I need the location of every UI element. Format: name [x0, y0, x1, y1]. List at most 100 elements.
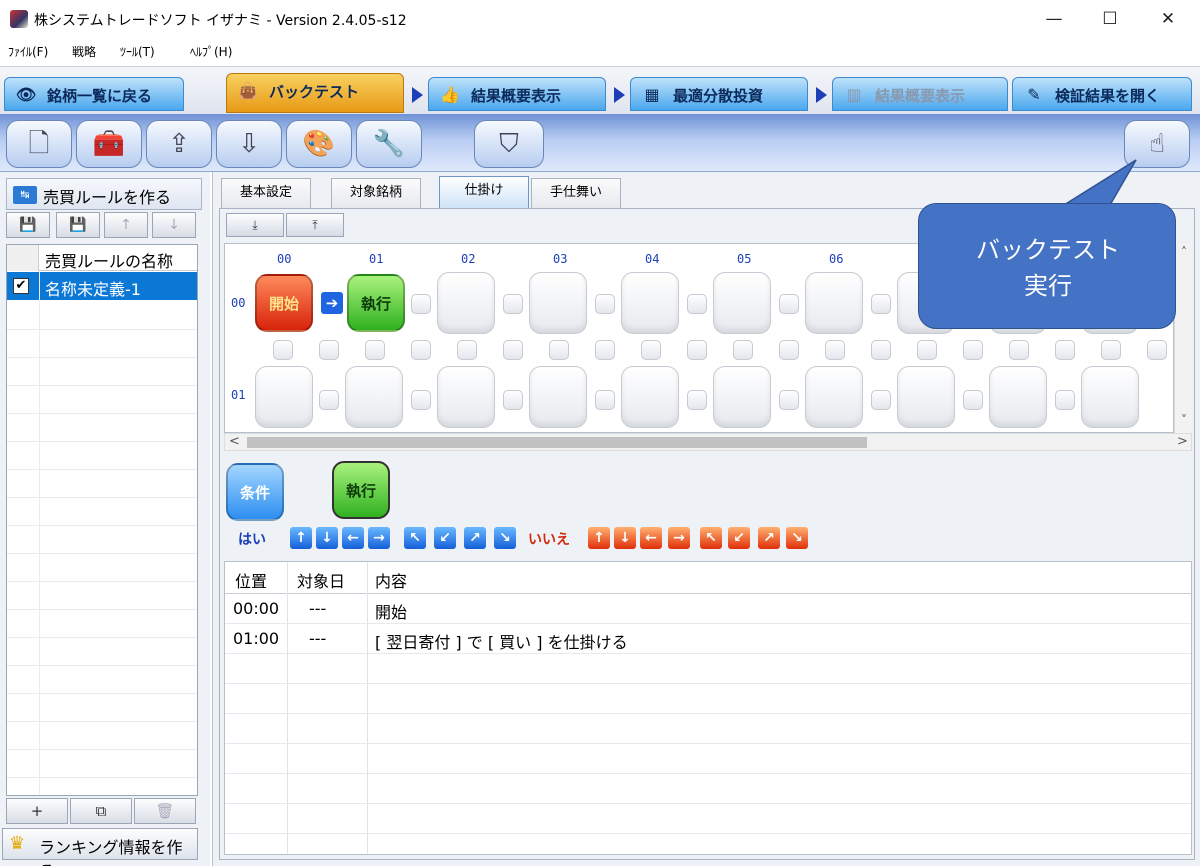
connector-cell[interactable]	[779, 340, 799, 360]
scroll-up-icon[interactable]: ˄	[1175, 245, 1193, 259]
scroll-right-icon[interactable]: >	[1177, 434, 1188, 449]
connector-cell[interactable]	[365, 340, 385, 360]
import-button[interactable]: ⇩	[216, 120, 282, 168]
grid-cell[interactable]	[621, 272, 679, 334]
run-backtest-button[interactable]: ☝	[1124, 120, 1190, 168]
execute-palette-block[interactable]: 執行	[332, 461, 390, 519]
scroll-thumb[interactable]	[247, 437, 867, 448]
tab-result-summary-2[interactable]: ▥ 結果概要表示	[832, 77, 1008, 111]
connector-cell[interactable]	[871, 294, 891, 314]
no-right-arrow-icon[interactable]: →	[668, 527, 690, 549]
tab-result-summary[interactable]: 👍 結果概要表示	[428, 77, 606, 111]
create-rule-button[interactable]: ↹ 売買ルールを作る	[6, 178, 202, 210]
connector-cell[interactable]	[687, 340, 707, 360]
grid-cell[interactable]	[989, 366, 1047, 428]
connector-cell[interactable]	[917, 340, 937, 360]
tab-entry[interactable]: 仕掛け	[439, 176, 529, 208]
yes-left-arrow-icon[interactable]: ←	[342, 527, 364, 549]
no-left-arrow-icon[interactable]: ←	[640, 527, 662, 549]
grid-cell[interactable]	[1081, 366, 1139, 428]
connector-cell[interactable]	[273, 340, 293, 360]
yes-down-arrow-icon[interactable]: ↓	[316, 527, 338, 549]
no-down-arrow-icon[interactable]: ↓	[614, 527, 636, 549]
connector-cell[interactable]	[733, 340, 753, 360]
condition-block[interactable]: 条件	[226, 463, 284, 521]
yes-down-left-arrow-icon[interactable]: ↙	[434, 527, 456, 549]
connector-cell[interactable]	[457, 340, 477, 360]
export-button[interactable]: ⇪	[146, 120, 212, 168]
no-up-arrow-icon[interactable]: ↑	[588, 527, 610, 549]
save-icon[interactable]: 💾	[6, 212, 50, 238]
grid-cell[interactable]	[345, 366, 403, 428]
beginner-button[interactable]: ⛉	[474, 120, 544, 168]
tab-exit[interactable]: 手仕舞い	[531, 178, 621, 208]
close-button[interactable]: ✕	[1140, 0, 1196, 38]
connector-cell[interactable]	[825, 340, 845, 360]
connector-cell[interactable]	[871, 390, 891, 410]
yes-right-arrow-icon[interactable]: →	[368, 527, 390, 549]
connector-cell[interactable]	[779, 390, 799, 410]
connector-cell[interactable]	[1147, 340, 1167, 360]
connector-cell[interactable]	[687, 294, 707, 314]
yes-up-right-arrow-icon[interactable]: ↗	[464, 527, 486, 549]
grid-cell[interactable]	[897, 366, 955, 428]
menu-file[interactable]: ﾌｧｲﾙ(F)	[8, 43, 48, 60]
connector-cell[interactable]	[549, 340, 569, 360]
connector-cell[interactable]	[1009, 340, 1029, 360]
rule-checkbox[interactable]: ✔	[13, 278, 29, 294]
grid-cell[interactable]	[805, 272, 863, 334]
connector-cell[interactable]	[1055, 340, 1075, 360]
palette-button[interactable]: 🎨	[286, 120, 352, 168]
table-row[interactable]: 00:00 --- 開始	[225, 594, 1191, 624]
grid-cell[interactable]	[805, 366, 863, 428]
connector-cell[interactable]	[779, 294, 799, 314]
delete-rule-icon[interactable]: 🗑	[134, 798, 196, 824]
execute-block[interactable]: 執行	[347, 274, 405, 332]
grid-cell[interactable]	[621, 366, 679, 428]
move-down-icon[interactable]: ↓	[152, 212, 196, 238]
grid-cell[interactable]	[529, 366, 587, 428]
connector-cell[interactable]	[687, 390, 707, 410]
grid-cell[interactable]	[529, 272, 587, 334]
move-up-icon[interactable]: ↑	[104, 212, 148, 238]
connector-cell[interactable]	[871, 340, 891, 360]
no-down-right-arrow-icon[interactable]: ↘	[786, 527, 808, 549]
yes-up-left-arrow-icon[interactable]: ↖	[404, 527, 426, 549]
connector-cell[interactable]	[641, 340, 661, 360]
tools-button[interactable]: 🔧	[356, 120, 422, 168]
no-up-left-arrow-icon[interactable]: ↖	[700, 527, 722, 549]
no-down-left-arrow-icon[interactable]: ↙	[728, 527, 750, 549]
grid-cell[interactable]	[437, 366, 495, 428]
maximize-button[interactable]: ☐	[1082, 0, 1138, 38]
grid-cell[interactable]	[255, 366, 313, 428]
table-row[interactable]: 01:00 --- [ 翌日寄付 ] で [ 買い ] を仕掛ける	[225, 624, 1191, 654]
tab-target-stocks[interactable]: 対象銘柄	[331, 178, 421, 208]
scroll-left-icon[interactable]: <	[229, 434, 240, 449]
grid-horizontal-scrollbar[interactable]: < >	[224, 433, 1192, 451]
scroll-down-icon[interactable]: ˅	[1175, 413, 1193, 427]
connector-cell[interactable]	[319, 340, 339, 360]
connector-cell[interactable]	[595, 340, 615, 360]
yes-up-arrow-icon[interactable]: ↑	[290, 527, 312, 549]
connector-cell[interactable]	[503, 294, 523, 314]
menu-help[interactable]: ﾍﾙﾌﾟ(H)	[190, 43, 232, 60]
connector-cell[interactable]	[1101, 340, 1121, 360]
connector-cell[interactable]	[1055, 390, 1075, 410]
copy-rule-icon[interactable]: ⧉	[70, 798, 132, 824]
tab-open-results[interactable]: ✎ 検証結果を開く	[1012, 77, 1192, 111]
add-rule-icon[interactable]: +	[6, 798, 68, 824]
connector-cell[interactable]	[595, 294, 615, 314]
connector-cell[interactable]	[503, 340, 523, 360]
rule-row[interactable]: ✔ 名称未定義-1	[7, 272, 197, 300]
tab-back-to-list[interactable]: 👁 銘柄一覧に戻る	[4, 77, 184, 111]
connector-cell[interactable]	[963, 390, 983, 410]
tab-optimal-diversification[interactable]: ▦ 最適分散投資	[630, 77, 808, 111]
start-block[interactable]: 開始	[255, 274, 313, 332]
menu-tools[interactable]: ﾂｰﾙ(T)	[120, 43, 155, 60]
menu-strategy[interactable]: 戦略	[72, 43, 96, 60]
connector-cell[interactable]	[411, 390, 431, 410]
connector-cell[interactable]	[503, 390, 523, 410]
tab-basic-settings[interactable]: 基本設定	[221, 178, 311, 208]
save-as-icon[interactable]: 💾	[56, 212, 100, 238]
connector-cell[interactable]	[319, 390, 339, 410]
